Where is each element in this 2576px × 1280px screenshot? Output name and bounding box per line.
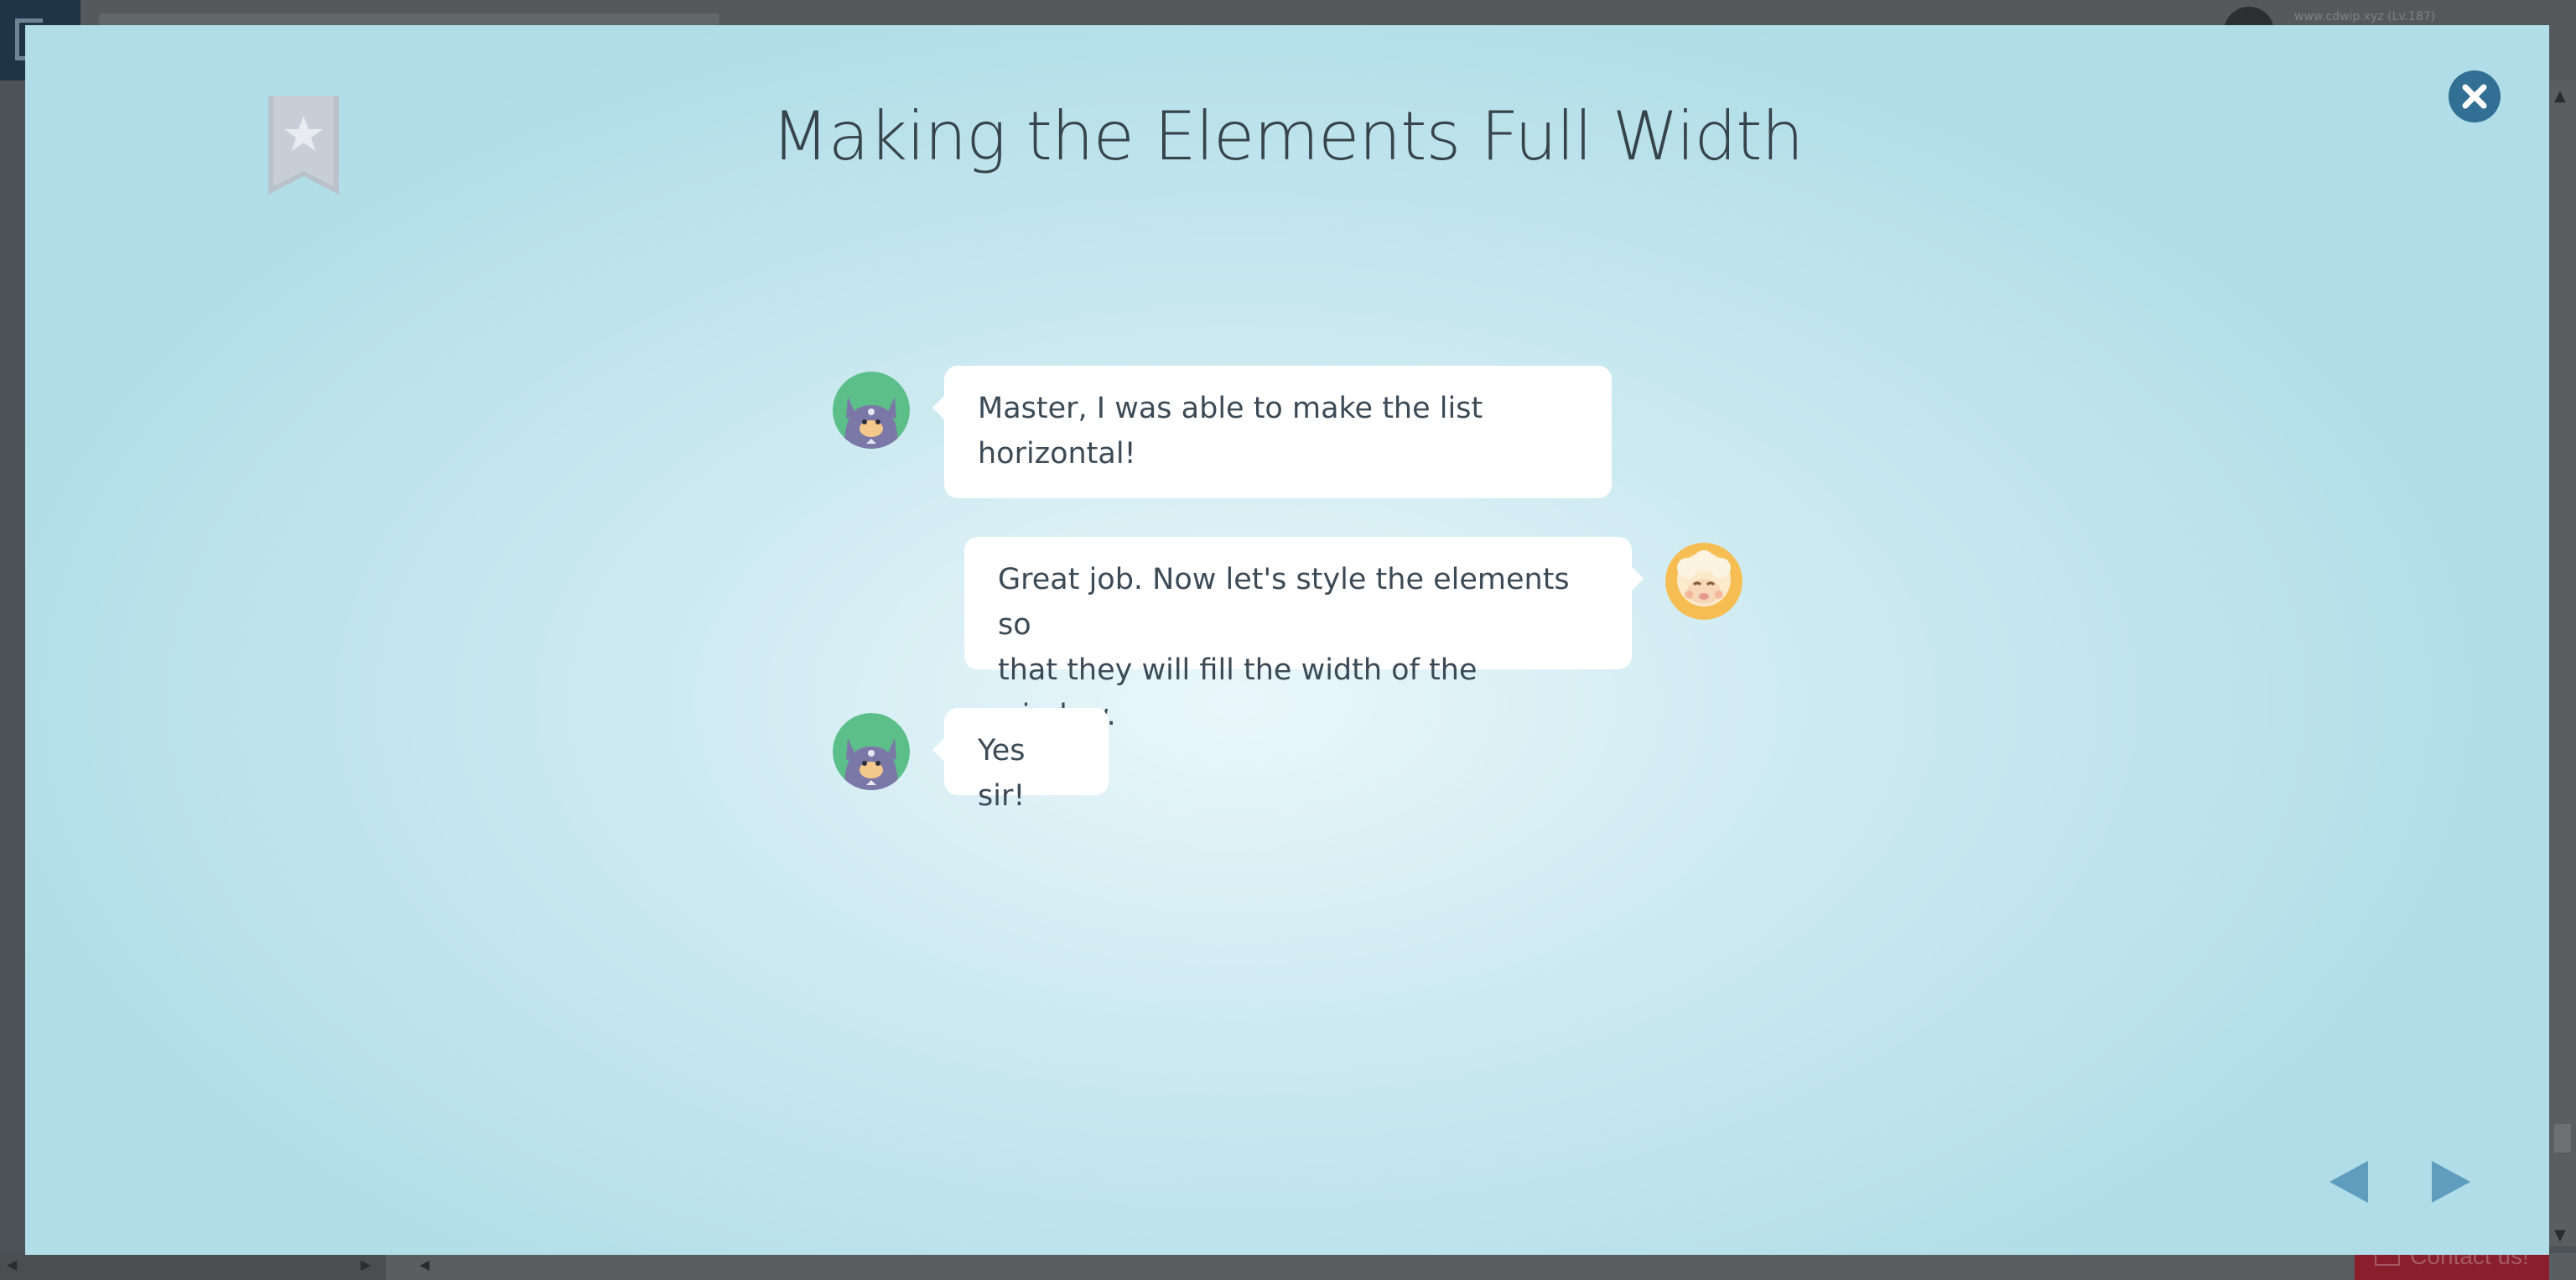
student-avatar: [833, 713, 910, 790]
scrollbar-thumb[interactable]: [2554, 1124, 2571, 1153]
sheep-icon: [1665, 543, 1742, 620]
cat-icon: [833, 372, 910, 449]
chat-line: Yes sir!: [978, 734, 1026, 813]
chat-bubble: Master, I was able to make the list hori…: [932, 366, 1612, 498]
triangle-right-icon: [2432, 1161, 2470, 1203]
scroll-left-icon[interactable]: ◀: [7, 1257, 17, 1272]
lesson-modal: Making the Elements Full Width Master, I…: [25, 25, 2549, 1255]
background-search-bar: [99, 13, 719, 25]
scroll-up-icon[interactable]: ▲: [2554, 87, 2566, 105]
master-avatar: [1665, 543, 1742, 620]
chat-line: Great job. Now let's style the elements …: [998, 563, 1570, 642]
previous-button[interactable]: [2328, 1159, 2370, 1205]
cat-icon: [833, 713, 910, 790]
chat-line: Master, I was able to make the list: [978, 392, 1483, 425]
scroll-left-icon[interactable]: ◀: [419, 1257, 429, 1272]
background-bottom-scrollbar: [0, 1253, 2576, 1280]
scroll-down-icon[interactable]: ▼: [2554, 1226, 2566, 1244]
close-button[interactable]: [2449, 70, 2501, 122]
user-label: www.cdwip.xyz (Lv.187): [2294, 10, 2436, 23]
chat-line: horizontal!: [978, 437, 1136, 471]
chat-bubble: Great job. Now let's style the elements …: [964, 537, 1644, 732]
scroll-right-icon[interactable]: ▶: [361, 1257, 371, 1272]
lesson-title: Making the Elements Full Width: [771, 97, 1804, 175]
student-avatar: [833, 372, 910, 449]
chat-bubble: Yes sir!: [932, 708, 1109, 813]
next-button[interactable]: [2430, 1159, 2472, 1205]
triangle-left-icon: [2329, 1161, 2368, 1203]
page-scrollbar[interactable]: [2549, 81, 2576, 1246]
background-bottom-left-pane: [0, 1253, 386, 1280]
close-x-icon: [2462, 84, 2487, 109]
